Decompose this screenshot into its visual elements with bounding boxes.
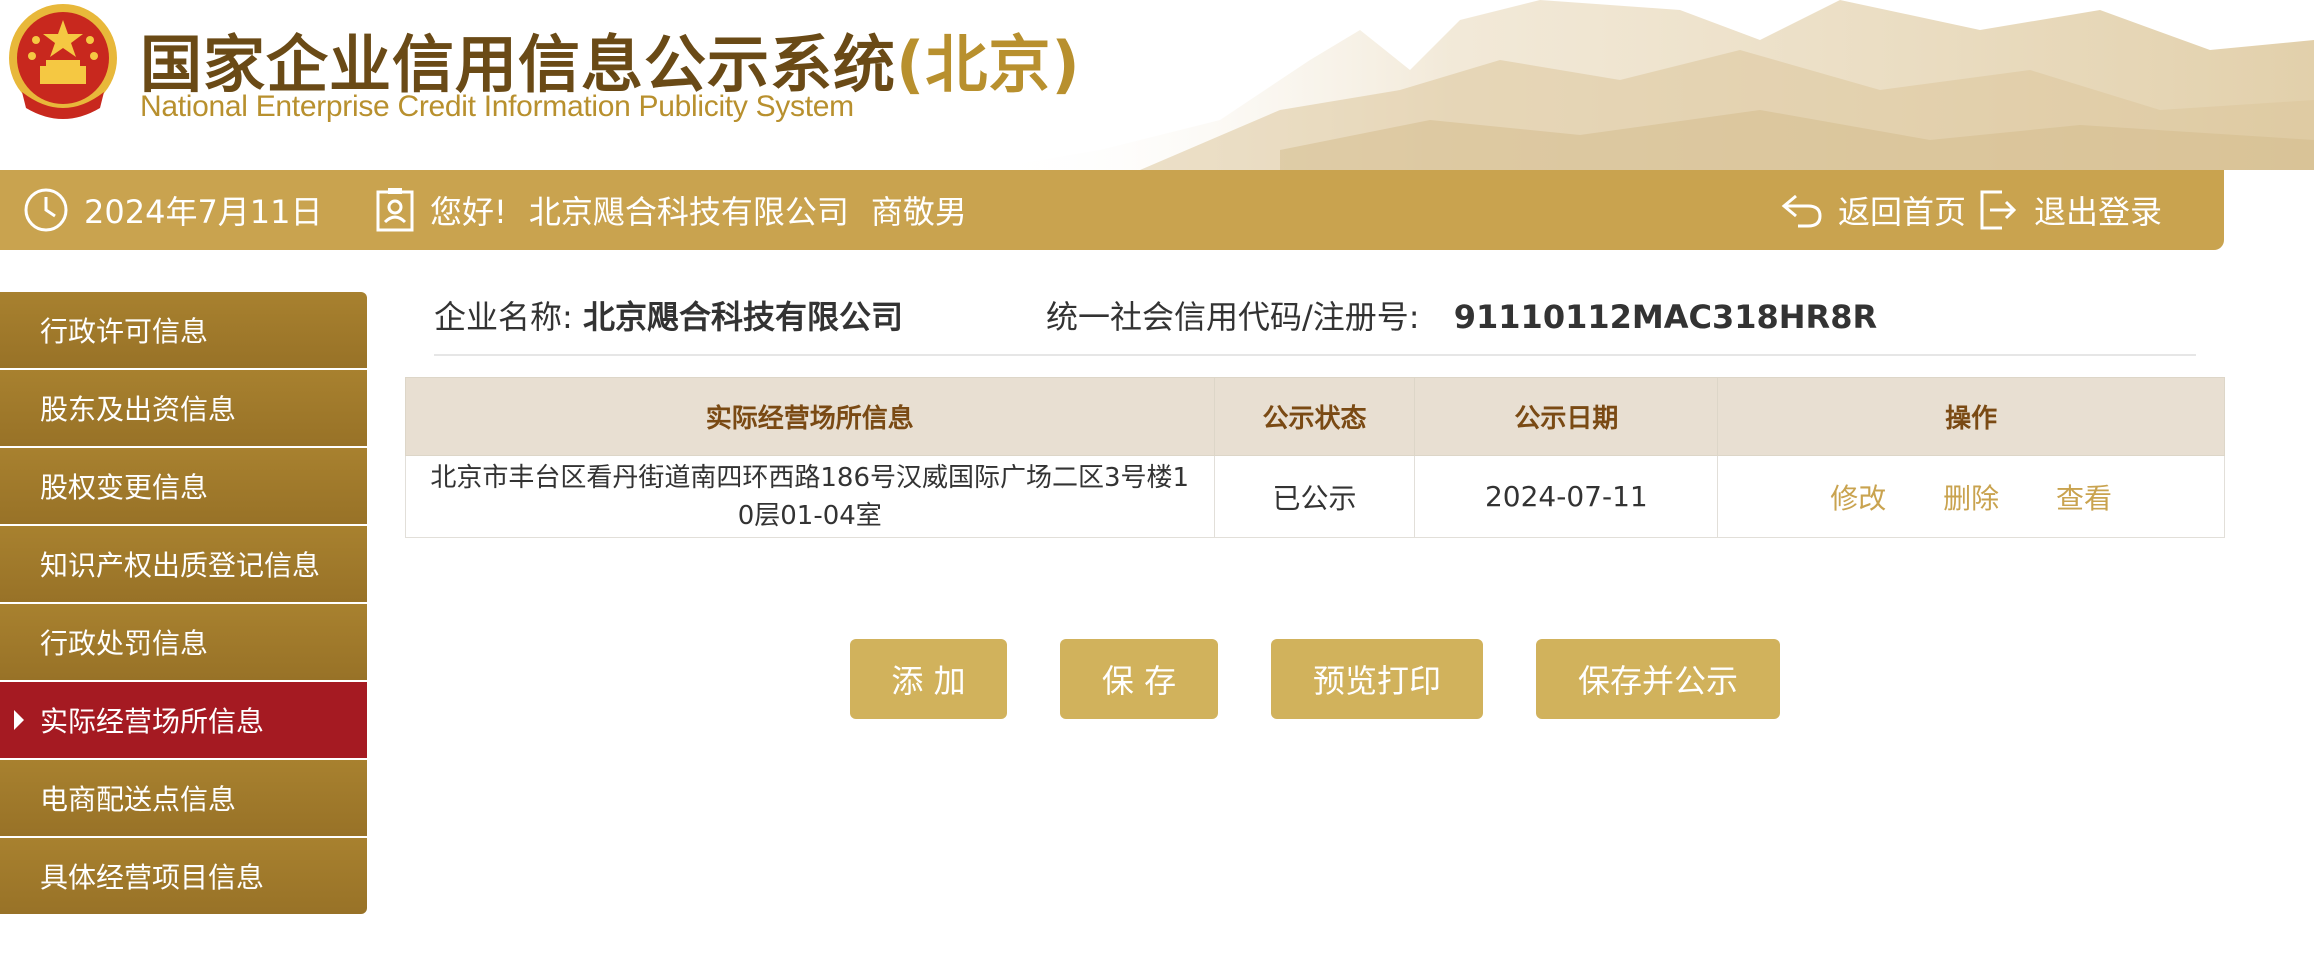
column-header-date: 公示日期	[1414, 377, 1719, 456]
sidebar-item-business-premises[interactable]: 实际经营场所信息	[0, 682, 367, 758]
add-button[interactable]: 添 加	[850, 639, 1007, 719]
sidebar-nav: 行政许可信息 股东及出资信息 股权变更信息 知识产权出质登记信息 行政处罚信息 …	[0, 292, 367, 916]
divider	[434, 354, 2196, 356]
sidebar-item-business-items[interactable]: 具体经营项目信息	[0, 838, 367, 914]
great-wall-illustration	[980, 0, 2314, 170]
user-company-name: 北京飓合科技有限公司	[528, 193, 849, 231]
delete-link[interactable]: 删除	[1943, 482, 1999, 515]
sidebar-item-admin-license[interactable]: 行政许可信息	[0, 292, 367, 368]
clock-icon	[24, 188, 68, 232]
status-cell: 已公示	[1213, 455, 1416, 538]
user-name: 商敬男	[870, 193, 967, 231]
premises-address-cell: 北京市丰台区看丹街道南四环西路186号汉威国际广场二区3号楼1 0层01-04室	[405, 455, 1215, 538]
id-card-icon	[376, 188, 414, 232]
active-indicator-icon	[14, 710, 24, 730]
preview-print-button[interactable]: 预览打印	[1271, 639, 1483, 719]
view-link[interactable]: 查看	[2056, 482, 2112, 515]
sidebar-item-admin-penalty[interactable]: 行政处罚信息	[0, 604, 367, 680]
site-subtitle: National Enterprise Credit Information P…	[140, 90, 854, 123]
table-row: 北京市丰台区看丹街道南四环西路186号汉威国际广场二区3号楼1 0层01-04室…	[405, 455, 2225, 538]
info-bar: 2024年7月11日 您好! 北京飓合科技有限公司 商敬男 返回首页 退出登录	[0, 170, 2224, 250]
edit-link[interactable]: 修改	[1830, 482, 1886, 515]
save-button[interactable]: 保 存	[1060, 639, 1218, 719]
national-emblem-icon	[9, 4, 117, 119]
logout-icon	[1980, 190, 2017, 230]
sidebar-item-ecommerce-delivery[interactable]: 电商配送点信息	[0, 760, 367, 836]
save-publish-button[interactable]: 保存并公示	[1536, 639, 1780, 719]
table-header-row: 实际经营场所信息 公示状态 公示日期 操作	[405, 377, 2225, 456]
return-home-link[interactable]: 返回首页	[1780, 170, 1966, 250]
company-name-row: 企业名称: 北京飓合科技有限公司	[434, 298, 903, 336]
actions-cell: 修改 删除 查看	[1717, 455, 2225, 538]
premises-table: 实际经营场所信息 公示状态 公示日期 操作 北京市丰台区看丹街道南四环西路186…	[405, 377, 2225, 538]
column-header-status: 公示状态	[1213, 377, 1416, 456]
sidebar-item-shareholders[interactable]: 股东及出资信息	[0, 370, 367, 446]
company-name-value: 北京飓合科技有限公司	[582, 298, 903, 336]
column-header-actions: 操作	[1717, 377, 2225, 456]
credit-code-value: 91110112MAC318HR8R	[1453, 298, 1878, 336]
site-header: 国家企业信用信息公示系统(北京) National Enterprise Cre…	[0, 0, 2314, 170]
sidebar-item-ip-pledge[interactable]: 知识产权出质登记信息	[0, 526, 367, 602]
credit-code-row: 统一社会信用代码/注册号: 91110112MAC318HR8R	[1046, 298, 1878, 336]
sidebar-item-equity-change[interactable]: 股权变更信息	[0, 448, 367, 524]
return-arrow-icon	[1781, 194, 1822, 228]
user-greeting: 您好! 北京飓合科技有限公司 商敬男	[374, 170, 967, 250]
logout-link[interactable]: 退出登录	[1976, 170, 2162, 250]
column-header-premises: 实际经营场所信息	[405, 377, 1215, 456]
date-cell: 2024-07-11	[1414, 455, 1719, 538]
current-date: 2024年7月11日	[22, 170, 323, 250]
